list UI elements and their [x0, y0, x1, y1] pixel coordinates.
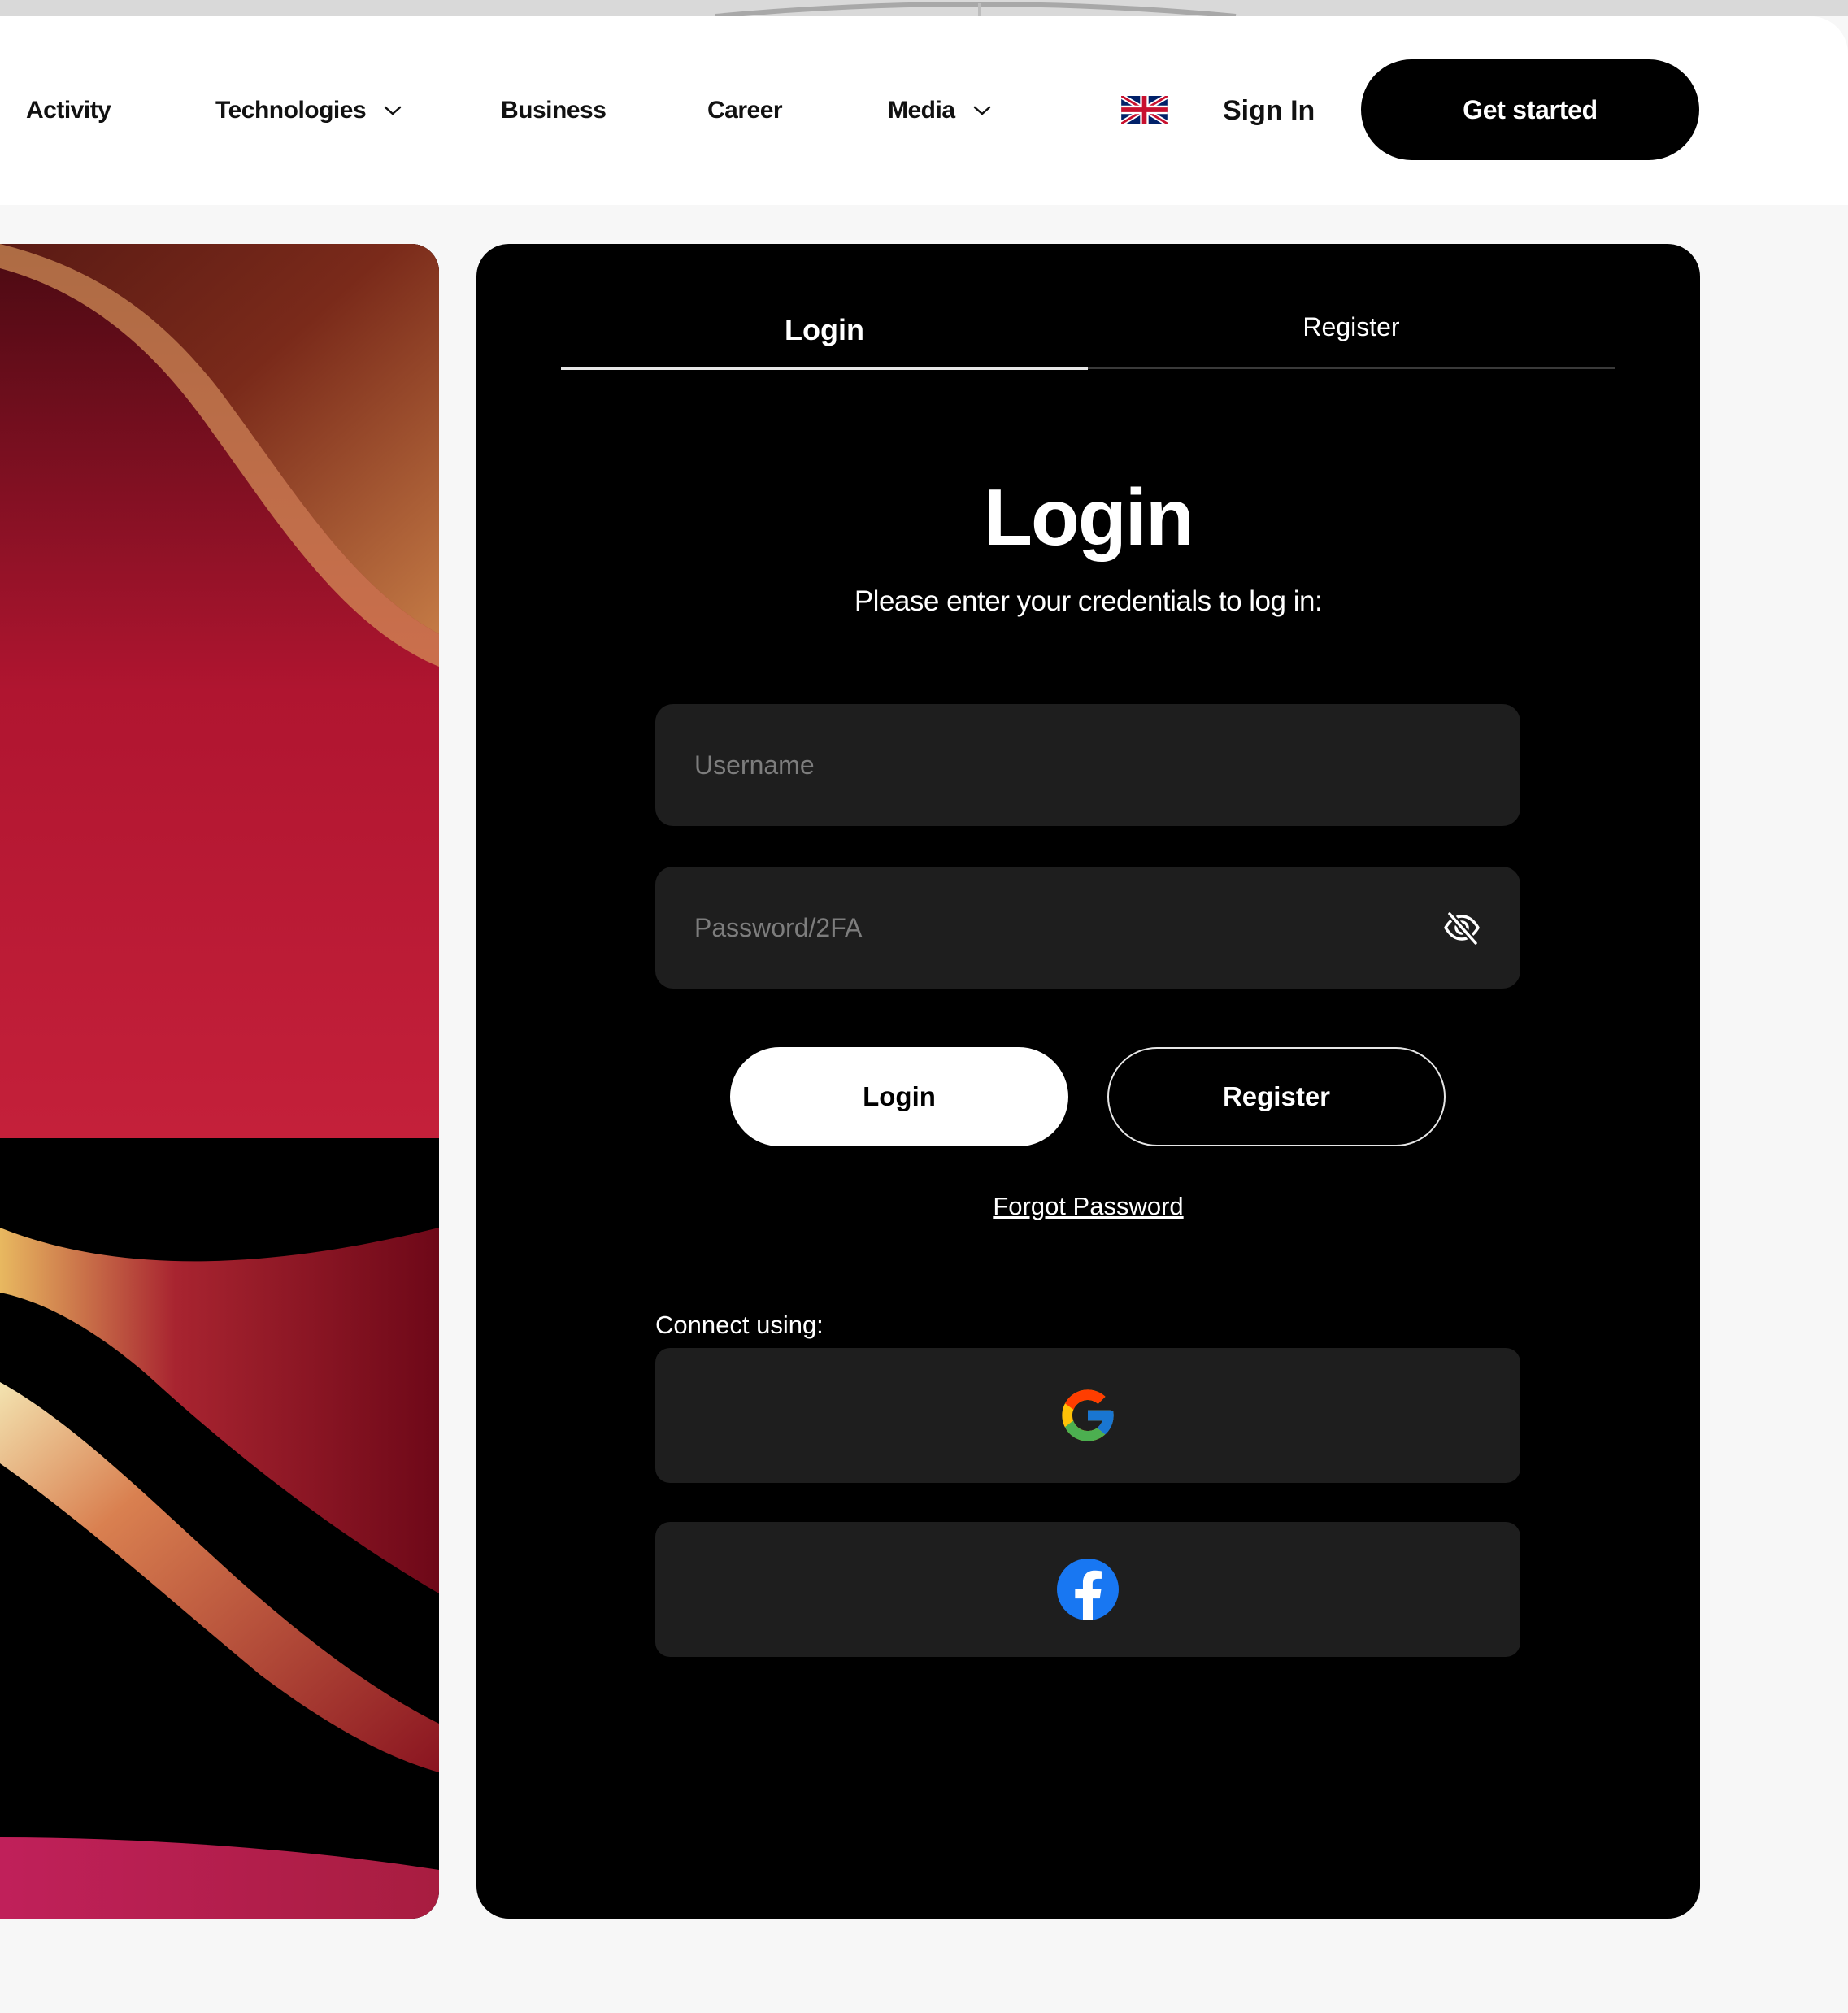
chevron-down-icon [973, 106, 990, 115]
get-started-label: Get started [1463, 94, 1598, 124]
browser-top-strip [0, 0, 1848, 16]
eye-off-icon[interactable] [1442, 908, 1481, 947]
tab-register[interactable]: Register [1088, 289, 1615, 364]
tab-label: Login [785, 313, 864, 346]
hero-artwork [0, 244, 439, 1919]
uk-flag-icon[interactable] [1121, 96, 1168, 124]
abstract-wave-art [0, 244, 439, 1919]
password-input[interactable] [655, 867, 1520, 989]
sign-in-label: Sign In [1223, 94, 1315, 126]
connect-using-label: Connect using: [655, 1311, 824, 1339]
login-button-label: Login [863, 1081, 936, 1111]
login-button[interactable]: Login [730, 1047, 1068, 1146]
nav-item-label: Business [501, 97, 607, 124]
tab-label: Register [1302, 311, 1400, 341]
nav-item-career[interactable]: Career [707, 16, 783, 205]
page-subtitle: Please enter your credentials to log in: [854, 585, 1323, 617]
login-panel: Login Register Login Please enter your c… [476, 244, 1700, 1919]
password-field-wrapper [655, 867, 1520, 989]
site-header: Activity Technologies Business Career Me… [0, 16, 1848, 205]
register-button[interactable]: Register [1107, 1047, 1446, 1146]
page-footer-space [0, 1919, 1848, 2013]
get-started-button[interactable]: Get started [1361, 59, 1699, 160]
tab-login[interactable]: Login [561, 293, 1088, 367]
register-button-label: Register [1222, 1081, 1331, 1111]
facebook-login-button[interactable] [655, 1522, 1520, 1657]
nav-item-label: Technologies [215, 97, 367, 124]
page-title: Login [984, 472, 1194, 562]
forgot-password-link[interactable]: Forgot Password [993, 1192, 1183, 1220]
google-icon [1062, 1389, 1114, 1441]
decorative-arc [715, 2, 1237, 16]
nav-item-media[interactable]: Media [888, 16, 991, 205]
nav-item-label: Career [707, 97, 783, 124]
sign-in-link[interactable]: Sign In [1223, 16, 1315, 205]
nav-item-business[interactable]: Business [501, 16, 607, 205]
nav-item-label: Activity [26, 97, 111, 124]
google-login-button[interactable] [655, 1348, 1520, 1483]
username-field-wrapper [655, 704, 1520, 826]
chevron-down-icon [384, 106, 402, 115]
username-input[interactable] [655, 704, 1520, 826]
facebook-icon [1057, 1559, 1119, 1620]
nav-item-label: Media [888, 97, 955, 124]
nav-item-activity[interactable]: Activity [26, 16, 111, 205]
forgot-password-wrapper: Forgot Password [476, 1192, 1700, 1221]
active-tab-indicator [561, 367, 1088, 370]
nav-item-technologies[interactable]: Technologies [215, 16, 402, 205]
